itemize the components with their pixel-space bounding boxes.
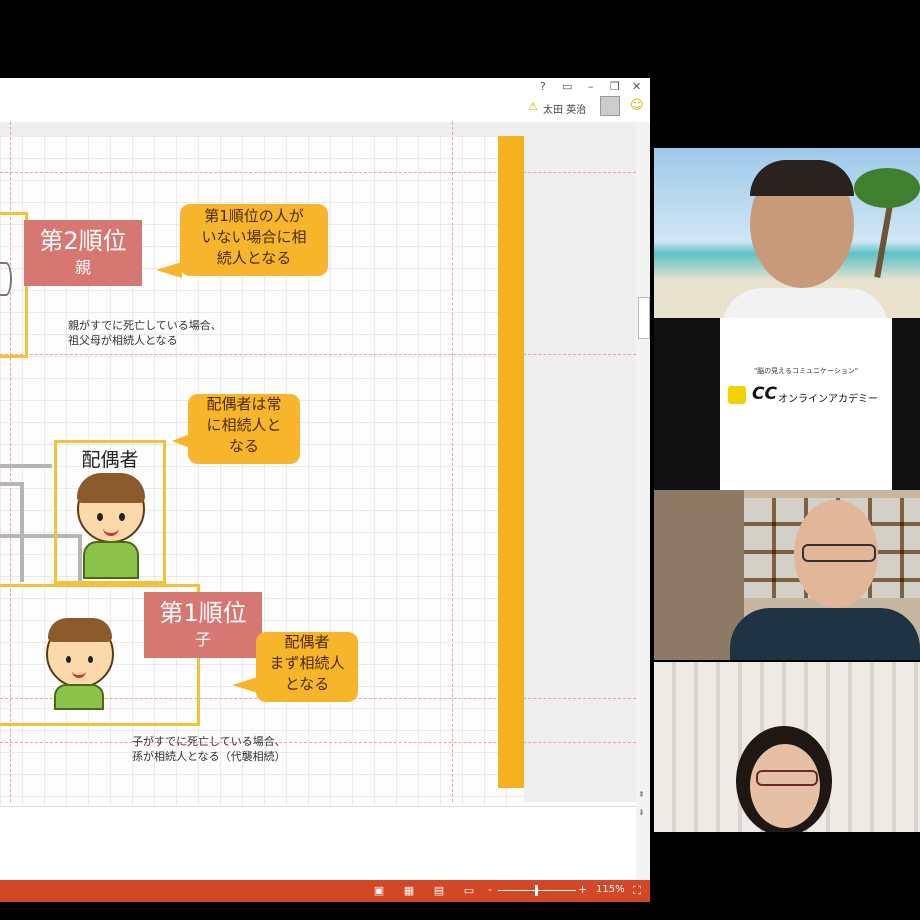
zoom-level[interactable]: 115% — [596, 884, 625, 895]
spouse-body — [83, 541, 139, 579]
user-name[interactable]: 太田 英治 — [543, 101, 586, 116]
help-button[interactable]: ? — [540, 80, 546, 93]
close-icon[interactable]: ✕ — [632, 80, 641, 93]
spouse-label: 配偶者 — [81, 449, 139, 471]
connector-line — [20, 482, 24, 582]
slide-sorter-icon[interactable]: ▦ — [402, 884, 416, 898]
participant-face — [750, 160, 854, 288]
eye — [119, 513, 125, 521]
callout-pointer — [172, 434, 190, 448]
guide-line — [452, 122, 453, 802]
status-bar: ▣ ▦ ▤ ▭ - + 115% ⛶ — [0, 880, 650, 902]
video-tile-3[interactable] — [654, 490, 920, 660]
rank2-sub: 親 — [74, 258, 91, 277]
child-callout: 配偶者 まず相続人 となる — [256, 632, 358, 702]
wall — [654, 490, 744, 660]
connector-line — [0, 464, 52, 468]
logo-text: オンラインアカデミー — [778, 394, 878, 405]
guide-line — [0, 354, 636, 355]
mouth — [103, 525, 119, 536]
logo-tagline: "脳の見えるコミュニケーション" — [753, 367, 859, 375]
logo-icon — [728, 386, 746, 404]
previous-slide-icon[interactable]: ⇞ — [638, 790, 645, 799]
eye — [88, 656, 93, 663]
hair — [77, 473, 145, 503]
restore-icon[interactable]: ❐ — [610, 80, 620, 93]
minimize-button[interactable]: – — [588, 80, 594, 93]
connector-line — [0, 482, 22, 486]
fit-slide-icon[interactable]: ⛶ — [630, 884, 644, 898]
rank2-note: 親がすでに死亡している場合、 祖父母が相続人となる — [68, 319, 222, 347]
spouse-face — [77, 473, 145, 543]
slide-canvas: 第2順位 親 第1順位の人が いない場合に相 続人となる 親がすでに死亡している… — [0, 122, 636, 806]
eye — [66, 656, 71, 663]
zoom-in-button[interactable]: + — [578, 883, 587, 896]
avatar[interactable] — [600, 96, 620, 116]
video-tile-1[interactable] — [654, 148, 920, 318]
video-tile-2[interactable]: "脳の見えるコミュニケーション" CC オンラインアカデミー — [654, 318, 920, 490]
child-face — [46, 618, 114, 688]
palm-tree — [854, 168, 920, 278]
rank1-title: 第1順位 — [159, 599, 247, 627]
rank2-badge: 第2順位 親 — [24, 220, 142, 286]
callout-pointer — [156, 262, 182, 278]
rank1-badge: 第1順位 子 — [144, 592, 262, 658]
guide-line — [0, 742, 636, 743]
title-bar: ? ▭ – ❐ ✕ ⚠ 太田 英治 ☺ — [0, 78, 650, 122]
reading-view-icon[interactable]: ▤ — [432, 884, 446, 898]
vertical-scrollbar[interactable]: ⇞ ⇟ — [636, 122, 650, 882]
slideshow-icon[interactable]: ▭ — [462, 884, 476, 898]
parent-figure — [0, 262, 12, 296]
child-body — [54, 684, 104, 710]
scroll-thumb[interactable] — [638, 297, 650, 339]
normal-view-icon[interactable]: ▣ — [372, 884, 386, 898]
rank1-sub: 子 — [194, 630, 211, 649]
smiley-icon[interactable]: ☺ — [630, 98, 644, 113]
rank2-title: 第2順位 — [39, 227, 127, 255]
participant-shirt — [722, 288, 888, 318]
zoom-slider-thumb[interactable] — [535, 885, 538, 896]
logo-mark: CC — [752, 384, 777, 404]
spouse-callout: 配偶者は常 に相続人と なる — [188, 394, 300, 464]
participant-face — [750, 744, 820, 828]
participant-shirt — [730, 608, 920, 660]
logo-card: "脳の見えるコミュニケーション" CC オンラインアカデミー — [720, 318, 892, 490]
eye — [97, 513, 103, 521]
rank1-note: 子がすでに死亡している場合、 孫が相続人となる（代襲相続） — [132, 735, 286, 763]
ribbon-display-icon[interactable]: ▭ — [562, 80, 572, 93]
notes-pane[interactable] — [0, 806, 636, 881]
guide-line — [0, 172, 636, 173]
zoom-out-button[interactable]: - — [488, 883, 492, 896]
mouth — [72, 668, 86, 678]
spouse-box: 配偶者 — [54, 440, 166, 584]
warning-icon: ⚠ — [528, 100, 538, 113]
rank2-callout: 第1順位の人が いない場合に相 続人となる — [180, 204, 328, 276]
presentation-window: ? ▭ – ❐ ✕ ⚠ 太田 英治 ☺ 第2順位 親 第1順位の人が いない場合… — [0, 78, 650, 902]
callout-pointer — [232, 677, 258, 693]
participant-face — [794, 500, 878, 608]
video-tile-4[interactable] — [654, 662, 920, 832]
slide-accent-bar — [498, 136, 524, 788]
hair — [48, 618, 112, 642]
next-slide-icon[interactable]: ⇟ — [638, 808, 645, 817]
